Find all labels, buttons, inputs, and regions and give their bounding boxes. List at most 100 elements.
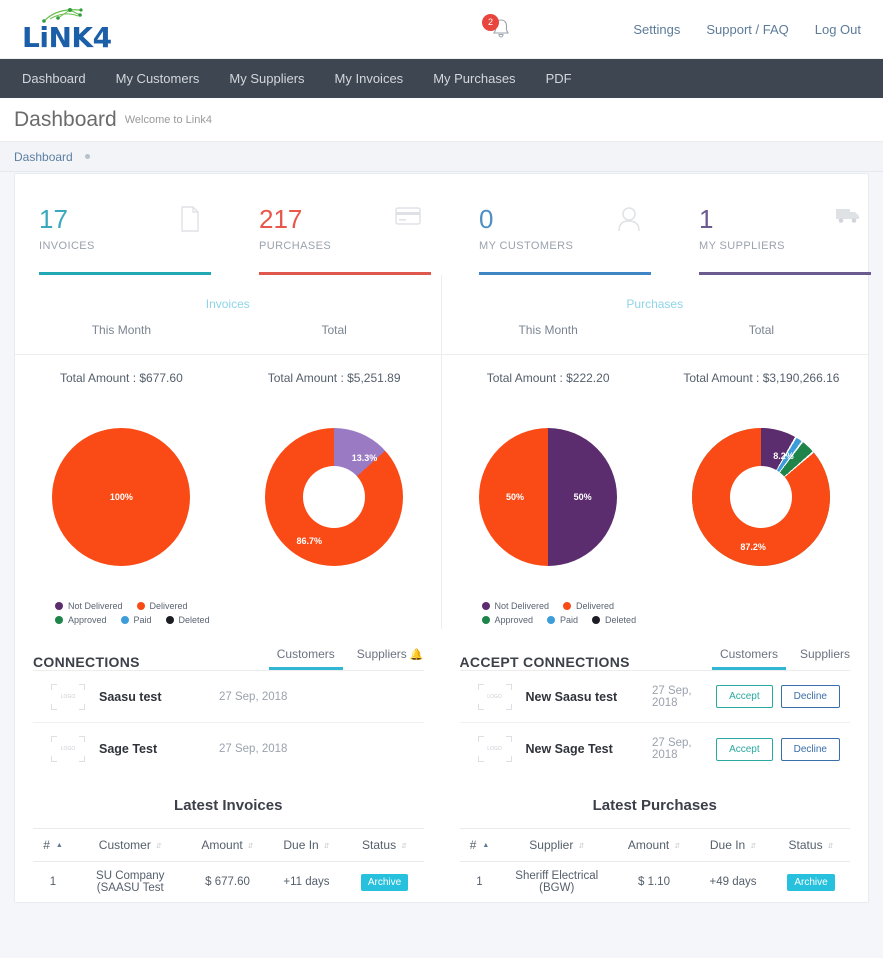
col-header-status[interactable]: Status ⇵: [772, 828, 850, 862]
donut-hole: [303, 466, 366, 528]
legend-item-paid: Paid: [547, 615, 578, 625]
top-header: LiNK4 2 Settings Support / FAQ Log Out: [0, 0, 883, 59]
table-header-row: # ▲ Supplier ⇵ Amount ⇵ Due In ⇵ Status ⇵: [459, 828, 850, 862]
invoices-summary: Invoices This Month Total Total Amount :…: [15, 275, 442, 629]
cell-due-in: +11 days: [283, 876, 330, 888]
user-icon: [617, 206, 641, 237]
nav-item-dashboard[interactable]: Dashboard: [22, 71, 86, 86]
notifications-button[interactable]: 2: [482, 14, 516, 46]
accept-button[interactable]: Accept: [716, 737, 773, 761]
purchases-section-label[interactable]: Purchases: [442, 297, 869, 311]
header-link-support[interactable]: Support / FAQ: [706, 22, 788, 37]
sort-icon: ⇵: [827, 842, 834, 850]
legend-item-delivered: Delivered: [563, 601, 614, 611]
stat-card-my-suppliers[interactable]: 1 MY SUPPLIERS: [675, 192, 883, 275]
logo-placeholder-text: LOGO: [487, 693, 502, 700]
col-label: Due In: [283, 838, 319, 852]
latest-invoices-panel: Latest Invoices # ▲ Customer ⇵ Amount ⇵ Due…: [15, 775, 442, 902]
purchases-col-total: Total: [748, 323, 775, 337]
legend-dot-icon: [55, 602, 63, 610]
legend-dot-icon: [481, 616, 490, 624]
legend-item-not-delivered: Not Delivered: [55, 601, 123, 611]
logo-placeholder-text: LOGO: [60, 693, 76, 700]
tab-connections-suppliers[interactable]: Suppliers 🔔: [357, 647, 424, 670]
cell-number: 1: [476, 876, 483, 888]
table-row[interactable]: 1 SU Company (SAASU Test $ 677.60 +11 da…: [33, 862, 424, 903]
connection-row[interactable]: LOGO Saasu test 27 Sep, 2018: [33, 671, 424, 723]
col-header-number[interactable]: # ▲: [33, 828, 73, 862]
connection-row[interactable]: LOGO Sage Test 27 Sep, 2018: [33, 723, 424, 775]
col-header-amount[interactable]: Amount ⇵: [614, 828, 694, 862]
status-badge[interactable]: Archive: [360, 873, 409, 891]
legend-label: Deleted: [178, 615, 210, 625]
legend-dot-icon: [481, 602, 490, 610]
legend-label: Approved: [494, 615, 534, 625]
invoices-charts: 100% 13.3% 86.7%: [15, 407, 441, 587]
col-header-due-in[interactable]: Due In ⇵: [267, 828, 346, 862]
invoices-section-label[interactable]: Invoices: [15, 297, 441, 311]
table-row[interactable]: 1 Sheriff Electrical (BGW) $ 1.10 +49 da…: [460, 862, 851, 903]
page-title: Dashboard: [14, 107, 117, 131]
latest-purchases-panel: Latest Purchases # ▲ Supplier ⇵ Amount ⇵ Du…: [442, 775, 869, 902]
brand-logo-text: LiNK4: [22, 20, 112, 54]
col-header-amount[interactable]: Amount ⇵: [187, 828, 268, 862]
decline-button[interactable]: Decline: [780, 737, 840, 761]
header-link-settings[interactable]: Settings: [633, 22, 680, 37]
invoices-amount-total: Total Amount : $5,251.89: [267, 371, 401, 385]
tab-connections-customers[interactable]: Customers: [268, 647, 343, 670]
col-header-number[interactable]: # ▲: [459, 828, 500, 862]
decline-button[interactable]: Decline: [780, 685, 840, 708]
chart-purchases-this-month: 50% 50%: [442, 428, 655, 566]
legend-item-approved: Approved: [55, 615, 107, 625]
stats-row: 17 INVOICES 217 PURCHASES 0 MY CUSTOMERS…: [15, 174, 871, 275]
stat-card-purchases[interactable]: 217 PURCHASES: [235, 192, 455, 275]
legend-dot-icon: [165, 616, 174, 624]
stat-card-my-customers[interactable]: 0 MY CUSTOMERS: [455, 192, 675, 275]
pie-slice-label: 86.7%: [296, 536, 323, 547]
cell-status: Archive: [772, 862, 850, 903]
bell-alert-icon: 🔔: [409, 649, 424, 661]
breadcrumb-item-dashboard[interactable]: Dashboard: [14, 150, 73, 164]
nav-item-my-purchases[interactable]: My Purchases: [433, 71, 515, 86]
header-links: Settings Support / FAQ Log Out: [633, 22, 883, 37]
accept-connection-row: LOGO New Sage Test 27 Sep, 2018 Accept D…: [460, 723, 851, 775]
chart-invoices-this-month: 100%: [15, 428, 228, 566]
col-header-due-in[interactable]: Due In ⇵: [694, 828, 772, 862]
nav-item-pdf[interactable]: PDF: [546, 71, 572, 86]
col-label: Amount: [627, 838, 670, 852]
pie-slice-label: 50%: [505, 492, 525, 502]
main-navbar: Dashboard My Customers My Suppliers My I…: [0, 59, 883, 98]
connection-name: Saasu test: [99, 689, 162, 704]
stat-card-invoices[interactable]: 17 INVOICES: [15, 192, 235, 275]
brand-logo[interactable]: LiNK4: [0, 7, 112, 52]
stat-label: PURCHASES: [259, 240, 332, 252]
col-label: Status: [788, 838, 823, 852]
latest-purchases-table: # ▲ Supplier ⇵ Amount ⇵ Due In ⇵ Status ⇵ 1 S…: [459, 828, 851, 903]
cell-customer: SU Company (SAASU Test: [96, 870, 165, 894]
tab-accept-suppliers[interactable]: Suppliers: [800, 647, 850, 670]
stat-label: MY CUSTOMERS: [479, 240, 574, 252]
status-badge[interactable]: Archive: [787, 873, 835, 891]
sort-icon: ⇵: [578, 842, 585, 850]
tab-label: Customers: [719, 647, 778, 661]
nav-item-my-invoices[interactable]: My Invoices: [335, 71, 404, 86]
nav-item-my-customers[interactable]: My Customers: [116, 71, 200, 86]
latest-purchases-title: Latest Purchases: [592, 797, 717, 814]
cell-supplier: Sheriff Electrical (BGW): [515, 870, 599, 894]
col-header-customer[interactable]: Customer ⇵: [73, 828, 188, 862]
connections-panel: CONNECTIONS Customers Suppliers 🔔 LOGO Sa…: [15, 629, 442, 775]
header-link-logout[interactable]: Log Out: [815, 22, 861, 37]
accept-button[interactable]: Accept: [716, 685, 773, 708]
col-header-supplier[interactable]: Supplier ⇵: [499, 828, 614, 862]
tab-label: Suppliers: [356, 647, 407, 661]
nav-item-my-suppliers[interactable]: My Suppliers: [229, 71, 304, 86]
accept-connections-title: ACCEPT CONNECTIONS: [459, 654, 630, 670]
tab-accept-customers[interactable]: Customers: [711, 647, 786, 670]
accept-connections-tabs: Customers Suppliers: [711, 647, 850, 670]
connection-date: 27 Sep, 2018: [219, 690, 288, 703]
col-label: Supplier: [529, 838, 574, 852]
sort-icon: ⇵: [674, 842, 681, 850]
accept-connection-date: 27 Sep, 2018: [651, 684, 692, 709]
accept-connection-actions: Accept Decline: [716, 685, 846, 708]
col-header-status[interactable]: Status ⇵: [345, 828, 424, 862]
